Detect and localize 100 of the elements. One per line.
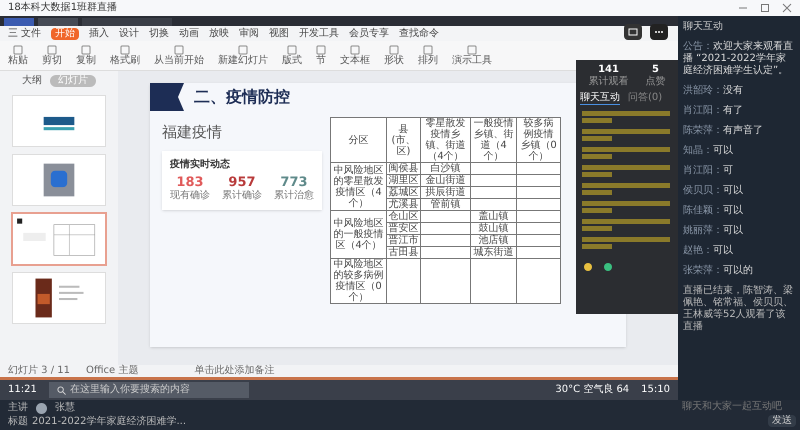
table-cell: 荔城区 <box>386 186 420 198</box>
menu-tab[interactable]: 审阅 <box>239 28 260 40</box>
system-notice: 直播已结束，陈智涛、梁佩艳、铭常福、侯贝贝、王林威等52人观看了该直播 <box>683 285 794 333</box>
chat-title: 聊天互动 <box>683 21 724 33</box>
table-cell: 拱辰街道 <box>420 186 470 198</box>
menu-tab[interactable]: 查找命令 <box>399 28 440 40</box>
square-icon <box>287 44 297 54</box>
square-icon <box>467 44 477 54</box>
table-cell: 中风险地区的一般疫情区（4个） <box>330 210 386 258</box>
chat-message: 洪韶玲：没有 <box>683 85 744 97</box>
table-header-cell: 零星散发疫情乡镇、街道（4个） <box>420 118 470 162</box>
menu-tab[interactable]: 动画 <box>179 28 200 40</box>
stat-value: 183 <box>176 175 204 190</box>
popup-tab[interactable]: 聊天互动 <box>580 92 620 105</box>
slide-thumbnail[interactable] <box>13 214 105 264</box>
ribbon-button[interactable]: 粘贴 <box>8 44 28 66</box>
panel-tab[interactable]: 大纲 <box>22 75 42 87</box>
host-name: 张慧 <box>55 402 75 414</box>
search-icon <box>56 386 66 394</box>
slide-counter: 幻灯片 3 / 11 <box>8 365 70 377</box>
chat-message: 知晶：可以 <box>683 145 734 157</box>
table-cell: 仓山区 <box>386 210 420 222</box>
title-label: 标题 <box>8 416 28 428</box>
menu-tab[interactable]: 切换 <box>149 28 170 40</box>
square-icon <box>238 44 248 54</box>
menu-tab[interactable]: 设计 <box>119 28 140 40</box>
menu-tab[interactable]: 插入 <box>89 28 110 40</box>
chat-message: 陈荣萍：有声音了 <box>683 125 764 137</box>
square-icon <box>81 44 91 54</box>
ribbon-button[interactable]: 从当前开始 <box>154 44 204 66</box>
host-label: 主讲 <box>8 402 28 414</box>
table-cell: 城东街道 <box>470 246 516 258</box>
table-cell: 闽侯县 <box>386 162 420 174</box>
table-cell: 湖里区 <box>386 174 420 186</box>
ribbon-button[interactable]: 新建幻灯片 <box>218 44 268 66</box>
table-cell: 管前镇 <box>420 198 470 210</box>
ribbon-button[interactable]: 剪切 <box>42 44 62 66</box>
table-header-cell: 分区 <box>330 118 386 162</box>
ribbon-banner-icon <box>150 83 186 111</box>
square-icon <box>120 44 130 54</box>
table-cell: 鼓山镇 <box>470 222 516 234</box>
menu-tab[interactable]: 放映 <box>209 28 230 40</box>
stat-caption: 累计观看 <box>588 76 628 88</box>
stat-number: 141 <box>598 64 619 76</box>
ribbon-button[interactable]: 文本框 <box>340 44 370 66</box>
more-button[interactable] <box>650 24 668 40</box>
clock: 15:10 <box>641 384 670 396</box>
chat-message: 张荣萍：可以的 <box>683 265 754 277</box>
slide-thumbnail[interactable] <box>13 155 105 205</box>
ribbon-button[interactable]: 版式 <box>282 44 302 66</box>
stat-number: 5 <box>652 64 659 76</box>
stat-label: 累计确诊 <box>222 190 262 202</box>
close-icon[interactable] <box>782 3 792 13</box>
notes-hint: 单击此处添加备注 <box>194 365 274 377</box>
menu-tab[interactable]: 开发工具 <box>299 28 340 40</box>
maximize-icon[interactable] <box>760 3 770 13</box>
window-title: 18本科大数据1班群直播 <box>8 2 118 14</box>
table-cell: 尤溪县 <box>386 198 420 210</box>
menu-tab[interactable]: 三 文件 <box>8 28 42 40</box>
video-time: 11:21 <box>8 384 37 396</box>
ribbon-button[interactable]: 形状 <box>384 44 404 66</box>
stat-value: 773 <box>280 175 308 190</box>
table-header-cell: 县(市、区) <box>386 118 420 162</box>
avatar-icon <box>36 402 47 414</box>
table-header-cell: 较多病例疫情乡镇（0个） <box>516 118 560 162</box>
square-icon <box>316 44 326 54</box>
square-icon <box>47 44 57 54</box>
table-cell: 盖山镇 <box>470 210 516 222</box>
weather-text: 30°C 空气良 64 <box>555 384 630 396</box>
slide-thumbnail[interactable] <box>13 96 105 146</box>
send-button[interactable]: 发送 <box>768 415 796 427</box>
slide-thumbnail[interactable] <box>13 273 105 323</box>
ribbon-button[interactable]: 格式刷 <box>110 44 140 66</box>
taskbar-search-field[interactable]: 在这里输入你要搜索的内容 <box>48 382 249 398</box>
square-icon <box>174 44 184 54</box>
chat-message: 姚丽萍：可以 <box>683 225 744 237</box>
square-icon <box>13 44 23 54</box>
slide-title: 二、疫情防控 <box>194 87 290 107</box>
chat-message: 赵艳：可以 <box>683 245 734 257</box>
stat-value: 957 <box>228 175 256 190</box>
popup-tab[interactable]: 问答(0) <box>628 92 662 105</box>
more-icon <box>654 30 664 34</box>
table-cell: 晋安区 <box>386 222 420 234</box>
menu-tab[interactable]: 视图 <box>269 28 290 40</box>
chat-message: 侯贝贝：可以 <box>683 185 744 197</box>
ribbon-button[interactable]: 复制 <box>76 44 96 66</box>
table-cell: 中风险地区的较多病例疫情区（0个） <box>330 258 386 304</box>
square-icon <box>423 44 433 54</box>
chat-message: 肖江阳：有了 <box>683 105 744 117</box>
ribbon-button[interactable]: 演示工具 <box>452 44 492 66</box>
table-cell: 池店镇 <box>470 234 516 246</box>
share-screen-button[interactable] <box>624 24 642 40</box>
stat-label: 现有确诊 <box>170 190 210 202</box>
ribbon-button[interactable]: 节 <box>316 44 326 66</box>
menu-tab[interactable]: 会员专享 <box>349 28 390 40</box>
ribbon-button[interactable]: 排列 <box>418 44 438 66</box>
table-cell: 金山街道 <box>420 174 470 186</box>
slide-subtitle: 福建疫情 <box>162 123 223 141</box>
screen-icon <box>628 28 638 36</box>
table-cell: 古田县 <box>386 246 420 258</box>
